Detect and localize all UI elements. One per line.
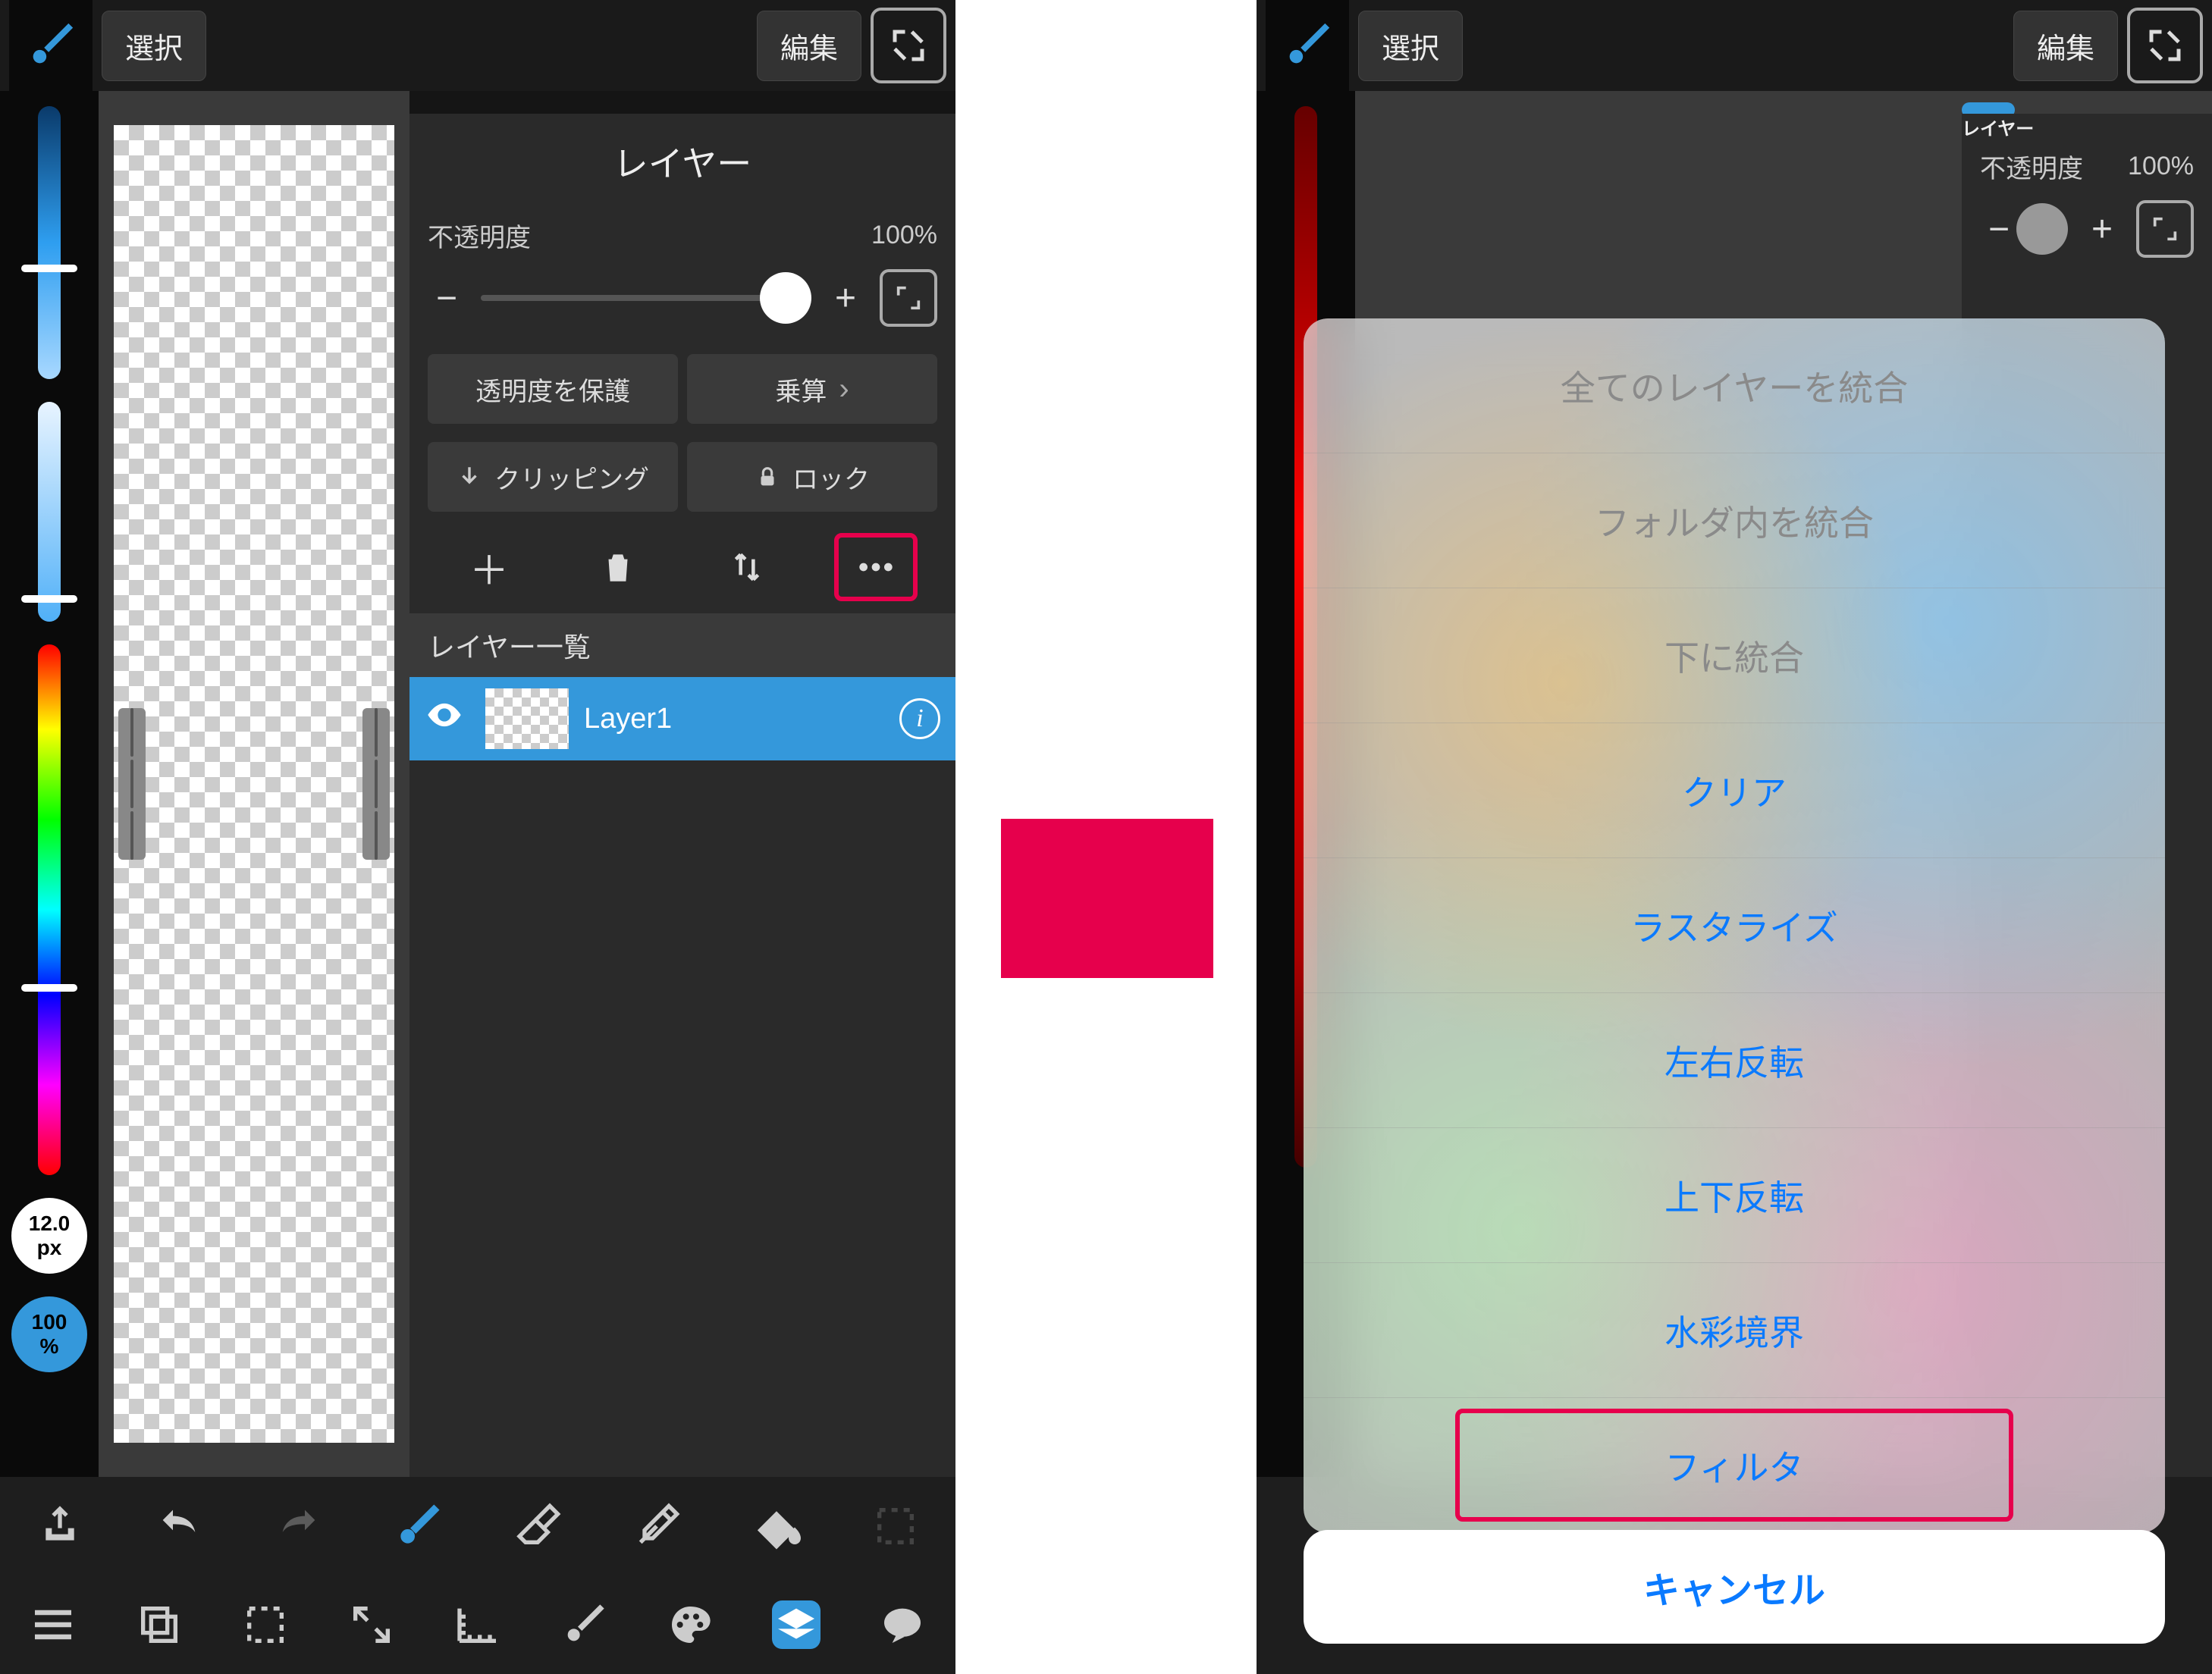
toolbar-lower: [0, 1575, 955, 1674]
action-cancel[interactable]: キャンセル: [1304, 1530, 2165, 1644]
size-value: 12.0: [29, 1212, 71, 1236]
brush-tool-icon[interactable]: [365, 1477, 471, 1575]
drag-handle-left[interactable]: [118, 708, 146, 860]
layers-panel: レイヤー 不透明度 100% − + 透明度を保護 乗算 ›: [409, 114, 955, 1477]
copy-icon[interactable]: [106, 1575, 212, 1674]
panel-title: レイヤー: [1962, 114, 2212, 140]
visibility-icon[interactable]: [425, 695, 470, 742]
select-button[interactable]: 選択: [1358, 11, 1463, 81]
brush-indicator[interactable]: [9, 0, 93, 91]
clipping-button[interactable]: クリッピング: [428, 442, 678, 512]
blend-mode-label: 乗算: [775, 371, 827, 408]
layer-thumbnail: [485, 688, 569, 749]
share-icon[interactable]: [7, 1477, 113, 1575]
brush-indicator[interactable]: [1266, 0, 1349, 91]
screenshot-right: 選択 編集 レイヤー 不透明度 100% − +: [1257, 0, 2212, 1674]
opacity-value: 100: [32, 1310, 67, 1334]
size-badge[interactable]: 12.0 px: [11, 1198, 87, 1274]
opacity-plus[interactable]: +: [827, 277, 864, 319]
crop-icon[interactable]: [212, 1575, 318, 1674]
clipping-icon: [457, 464, 482, 490]
expand-button[interactable]: [880, 269, 937, 327]
arrow-indicator: [1001, 819, 1213, 978]
select-button[interactable]: 選択: [102, 11, 206, 81]
more-options-button[interactable]: [834, 533, 918, 601]
canvas[interactable]: [114, 125, 394, 1443]
lock-label: ロック: [792, 459, 870, 496]
blend-mode-button[interactable]: 乗算 ›: [687, 354, 937, 424]
bucket-icon[interactable]: [723, 1477, 830, 1575]
menu-icon[interactable]: [0, 1575, 106, 1674]
opacity-minus[interactable]: −: [428, 277, 466, 319]
edit-button[interactable]: 編集: [757, 11, 861, 81]
action-merge-folder: フォルダ内を統合: [1304, 453, 2165, 588]
panel-title: レイヤー: [409, 114, 955, 209]
action-watercolor-edge[interactable]: 水彩境界: [1304, 1263, 2165, 1398]
action-merge-down: 下に統合: [1304, 588, 2165, 723]
brush-size-slider[interactable]: [38, 106, 61, 379]
toolbar-upper: [0, 1477, 955, 1575]
lock-icon: [755, 464, 780, 490]
layer-list-header: レイヤー一覧: [409, 613, 955, 677]
opacity-slider[interactable]: [2033, 226, 2068, 232]
opacity-minus[interactable]: −: [1980, 208, 2018, 250]
reorder-layer-button[interactable]: [705, 533, 789, 601]
action-rasterize[interactable]: ラスタライズ: [1304, 858, 2165, 993]
eyedropper-icon[interactable]: [604, 1477, 710, 1575]
protect-alpha-button[interactable]: 透明度を保護: [428, 354, 678, 424]
layer-tool-row: ＋: [409, 521, 955, 613]
canvas-column: [99, 91, 409, 1477]
opacity-slider[interactable]: [481, 295, 811, 301]
opacity-badge[interactable]: 100 %: [11, 1296, 87, 1372]
edit-button[interactable]: 編集: [2013, 11, 2118, 81]
fullscreen-button[interactable]: [871, 8, 946, 83]
action-flip-vertical[interactable]: 上下反転: [1304, 1128, 2165, 1263]
transform-icon[interactable]: [318, 1575, 425, 1674]
hue-slider[interactable]: [38, 644, 61, 1175]
layer-info-button[interactable]: i: [899, 698, 940, 739]
opacity-readout: 100%: [2128, 152, 2194, 181]
brush-opacity-slider[interactable]: [38, 402, 61, 622]
drag-handle-right[interactable]: [362, 708, 390, 860]
palette-icon[interactable]: [637, 1575, 743, 1674]
delete-layer-button[interactable]: [576, 533, 660, 601]
layer-name: Layer1: [584, 703, 672, 735]
screenshot-left: 選択 編集 12.0 px 100 % レイヤー 不透明度 100%: [0, 0, 955, 1674]
selection-icon[interactable]: [842, 1477, 949, 1575]
chat-icon[interactable]: [849, 1575, 955, 1674]
fullscreen-button[interactable]: [2127, 8, 2203, 83]
action-filter[interactable]: フィルタ: [1304, 1398, 2165, 1533]
opacity-label: 不透明度: [1980, 148, 2083, 185]
ellipsis-icon: [855, 546, 897, 588]
opacity-plus[interactable]: +: [2083, 208, 2121, 250]
eraser-tool-icon[interactable]: [485, 1477, 591, 1575]
add-layer-button[interactable]: ＋: [447, 533, 531, 601]
brush-settings-icon[interactable]: [531, 1575, 637, 1674]
clipping-label: クリッピング: [494, 459, 649, 496]
action-clear[interactable]: クリア: [1304, 723, 2165, 858]
left-rail: 12.0 px 100 %: [0, 91, 99, 1477]
action-sheet: 全てのレイヤーを統合 フォルダ内を統合 下に統合 クリア ラスタライズ 左右反転…: [1304, 318, 2165, 1533]
ruler-icon[interactable]: [425, 1575, 531, 1674]
chevron-right-icon: ›: [839, 372, 849, 406]
size-unit: px: [37, 1236, 62, 1260]
action-merge-all: 全てのレイヤーを統合: [1304, 318, 2165, 453]
topbar: 選択 編集: [0, 0, 955, 91]
opacity-unit: %: [40, 1334, 59, 1359]
topbar: 選択 編集: [1257, 0, 2212, 91]
expand-button[interactable]: [2136, 200, 2194, 258]
opacity-readout: 100%: [871, 221, 937, 250]
undo-icon[interactable]: [126, 1477, 232, 1575]
opacity-label: 不透明度: [428, 217, 531, 254]
redo-icon[interactable]: [246, 1477, 352, 1575]
action-flip-horizontal[interactable]: 左右反転: [1304, 993, 2165, 1128]
layer-item[interactable]: Layer1 i: [409, 677, 955, 760]
layers-icon[interactable]: [743, 1575, 849, 1674]
lock-button[interactable]: ロック: [687, 442, 937, 512]
